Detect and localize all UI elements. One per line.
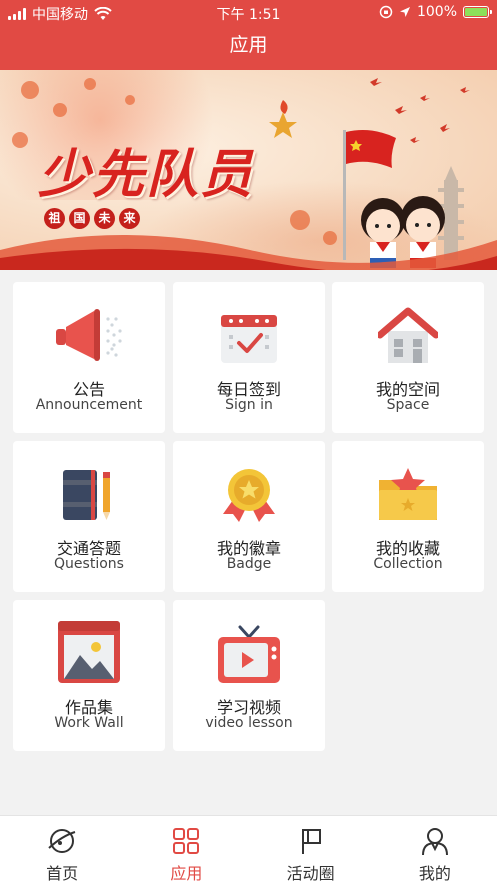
banner-title: 少先队员 bbox=[38, 144, 255, 205]
tab-label: 应用 bbox=[170, 864, 203, 883]
location-arrow-icon bbox=[399, 7, 410, 17]
megaphone-icon bbox=[56, 309, 122, 361]
banner-subtitle: 祖 国 未 来 bbox=[44, 208, 140, 229]
app-tile-announcement[interactable]: 公告 Announcement bbox=[13, 282, 165, 433]
app-tile-questions[interactable]: 交通答题 Questions bbox=[13, 441, 165, 592]
tab-label: 我的 bbox=[418, 864, 451, 883]
app-label-en: Work Wall bbox=[54, 715, 124, 731]
app-label-en: Badge bbox=[226, 556, 272, 572]
tab-bar: 首页 应用 活动圈 我的 bbox=[0, 815, 497, 883]
app-tile-work-wall[interactable]: 作品集 Work Wall bbox=[13, 600, 165, 751]
tv-play-icon bbox=[218, 625, 280, 683]
tab-profile[interactable]: 我的 bbox=[373, 816, 497, 883]
rotation-lock-icon bbox=[379, 5, 393, 19]
calendar-check-icon bbox=[221, 315, 277, 363]
app-tile-sign-in[interactable]: 每日签到 Sign in bbox=[173, 282, 325, 433]
battery-percent: 100% bbox=[416, 4, 457, 20]
page-title: 应用 bbox=[0, 24, 497, 70]
app-tile-badge[interactable]: 我的徽章 Badge bbox=[173, 441, 325, 592]
app-tile-video-lesson[interactable]: 学习视频 video lesson bbox=[173, 600, 325, 751]
flag-icon bbox=[301, 829, 321, 854]
tab-home[interactable]: 首页 bbox=[0, 816, 124, 883]
planet-icon bbox=[48, 829, 76, 853]
medal-icon bbox=[223, 469, 275, 522]
tab-activity[interactable]: 活动圈 bbox=[249, 816, 373, 883]
battery-icon bbox=[463, 6, 492, 18]
app-label-en: video lesson bbox=[205, 715, 293, 731]
app-label-en: Sign in bbox=[225, 397, 273, 413]
tab-apps[interactable]: 应用 bbox=[124, 816, 248, 883]
app-tile-space[interactable]: 我的空间 Space bbox=[332, 282, 484, 433]
notebook-pencil-icon bbox=[63, 470, 110, 520]
banner[interactable]: 少先队员 祖 国 未 来 bbox=[0, 70, 497, 270]
app-label-en: Announcement bbox=[35, 397, 143, 413]
image-folder-icon bbox=[58, 621, 120, 683]
tab-label: 活动圈 bbox=[286, 864, 335, 883]
grid-icon bbox=[173, 828, 200, 854]
user-icon bbox=[421, 828, 448, 856]
tab-label: 首页 bbox=[46, 864, 79, 883]
folder-star-icon bbox=[379, 468, 437, 520]
house-icon bbox=[378, 307, 438, 363]
app-tile-collection[interactable]: 我的收藏 Collection bbox=[332, 441, 484, 592]
app-label-en: Questions bbox=[54, 556, 124, 572]
app-label-en: Space bbox=[386, 397, 430, 413]
app-label-en: Collection bbox=[373, 556, 443, 572]
status-bar: 中国移动 下午 1:51 100% bbox=[0, 0, 497, 24]
